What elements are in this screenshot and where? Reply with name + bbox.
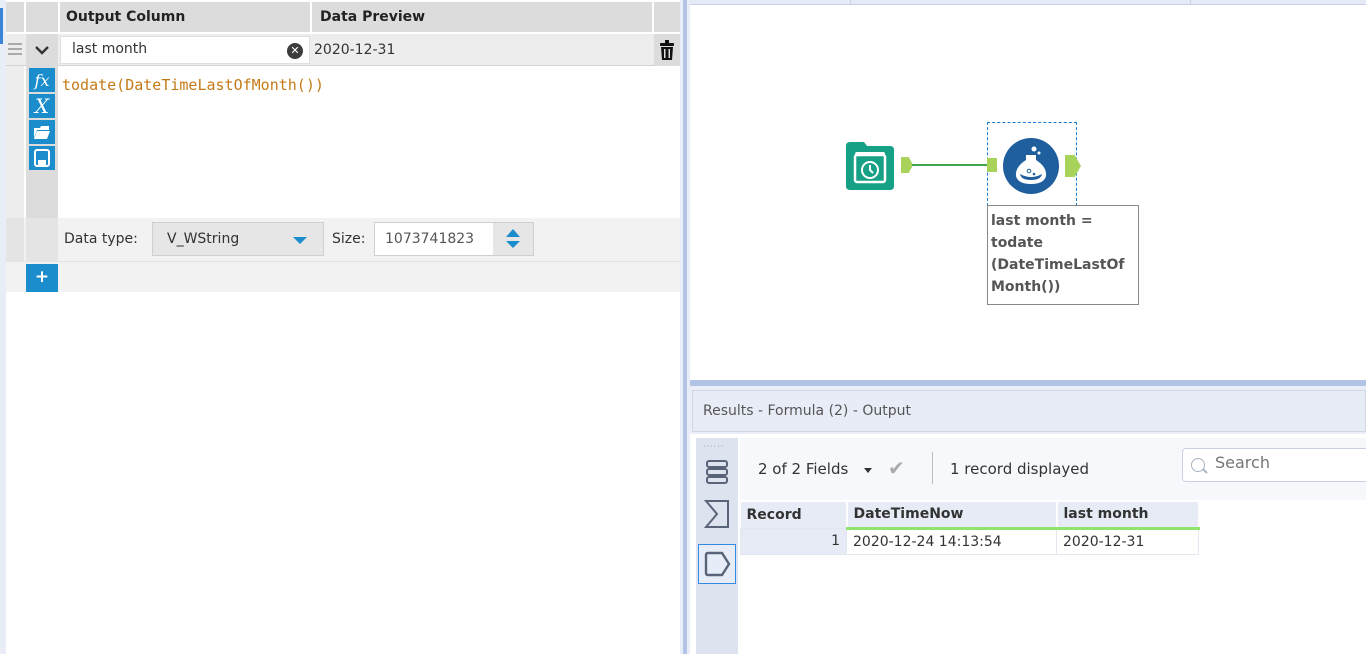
data-view-button[interactable]: [698, 452, 736, 492]
date-time-tool-icon: [846, 142, 894, 190]
results-title: Results - Formula (2) - Output: [692, 390, 1366, 432]
header-data-preview: Data Preview: [312, 2, 652, 32]
output-anchor-icon: [704, 551, 731, 577]
tool-annotation: last month = todate (DateTimeLastOf Mont…: [987, 205, 1139, 305]
data-type-value: V_WString: [167, 231, 240, 247]
vertical-splitter[interactable]: [680, 0, 690, 654]
canvas-tab-strip: [690, 0, 1366, 5]
delete-expression-button[interactable]: [654, 34, 680, 66]
open-expression-button[interactable]: [29, 120, 55, 144]
search-input[interactable]: [1215, 453, 1365, 472]
apply-check-icon[interactable]: ✔: [888, 456, 905, 480]
save-icon: [34, 149, 50, 167]
toolbar-divider: [932, 452, 933, 484]
table-rows-icon: [706, 460, 728, 484]
header-output-column: Output Column: [60, 2, 310, 32]
spin-down-icon[interactable]: [506, 241, 520, 248]
formula-tool[interactable]: [1003, 138, 1059, 194]
dropdown-arrow-icon: [293, 237, 307, 244]
output-anchor-button[interactable]: [698, 544, 736, 584]
expression-text[interactable]: todate(DateTimeLastOfMonth()): [62, 76, 324, 94]
output-column-name-field[interactable]: [61, 37, 271, 57]
open-folder-icon: [34, 126, 50, 139]
alteryx-designer: Output Column Data Preview ✕ 2020-12-31: [0, 0, 1366, 654]
fields-dropdown-icon[interactable]: [864, 468, 872, 473]
function-icon: fx: [34, 70, 50, 90]
metadata-button[interactable]: [698, 494, 736, 534]
expression-editor[interactable]: fx X todate(DateTimeLastOfMonth()): [6, 66, 680, 218]
search-icon: [1191, 458, 1205, 472]
column-header-datetimenow[interactable]: DateTimeNow: [846, 502, 1058, 530]
data-type-label: Data type:: [64, 231, 138, 247]
flask-icon: [1015, 146, 1047, 184]
add-expression-button[interactable]: +: [26, 264, 58, 292]
panel-edge-marker: [0, 8, 3, 44]
output-column-input[interactable]: ✕: [60, 36, 310, 64]
grip-dots[interactable]: ······: [703, 442, 724, 451]
variable-icon: X: [34, 94, 50, 118]
cell-datetimenow[interactable]: 2020-12-24 14:13:54: [846, 527, 1057, 555]
results-body: ······ 2 of 2 Fields ✔ 1 record displaye…: [690, 434, 1366, 654]
size-spinner[interactable]: [493, 223, 533, 255]
results-table: Record DateTimeNow last month 1 2020-12-…: [740, 502, 1200, 555]
functions-button[interactable]: fx: [29, 68, 55, 92]
size-input[interactable]: [375, 223, 490, 247]
save-expression-button[interactable]: [29, 146, 55, 170]
spin-up-icon[interactable]: [506, 229, 520, 237]
add-expression-row: +: [6, 262, 680, 292]
variables-button[interactable]: X: [29, 94, 55, 118]
formula-grid-header: Output Column Data Preview: [6, 0, 680, 34]
record-count: 1 record displayed: [950, 460, 1090, 478]
chevron-down-icon: [35, 46, 49, 55]
results-window: Results - Formula (2) - Output ······ 2 …: [690, 386, 1366, 654]
results-side-toolbar: ······: [696, 438, 738, 654]
sigma-icon: [704, 500, 729, 528]
results-search[interactable]: [1182, 448, 1366, 482]
record-number: 1: [740, 527, 847, 555]
trash-icon: [660, 40, 674, 60]
data-type-row: Data type: V_WString Size:: [6, 218, 680, 262]
clear-icon[interactable]: ✕: [287, 43, 303, 59]
cell-last-month[interactable]: 2020-12-31: [1056, 527, 1199, 555]
size-label: Size:: [332, 231, 366, 247]
drag-handle-icon[interactable]: [6, 40, 24, 60]
fields-selector[interactable]: 2 of 2 Fields: [758, 460, 848, 478]
collapse-chevron-button[interactable]: [26, 34, 58, 66]
formula-config-panel: Output Column Data Preview ✕ 2020-12-31: [0, 0, 680, 654]
input-anchor[interactable]: [987, 158, 997, 172]
expression-row: ✕ 2020-12-31: [6, 34, 680, 66]
connection-line[interactable]: [912, 164, 990, 166]
table-row[interactable]: 1 2020-12-24 14:13:54 2020-12-31: [740, 527, 1199, 555]
size-stepper[interactable]: [374, 222, 534, 256]
data-type-dropdown[interactable]: V_WString: [152, 222, 324, 256]
column-header-record[interactable]: Record: [740, 502, 848, 528]
column-header-last-month[interactable]: last month: [1056, 502, 1200, 530]
date-time-now-tool[interactable]: [842, 138, 898, 194]
data-preview-value: 2020-12-31: [314, 42, 396, 58]
results-toolbar: 2 of 2 Fields ✔ 1 record displayed: [740, 438, 1366, 500]
